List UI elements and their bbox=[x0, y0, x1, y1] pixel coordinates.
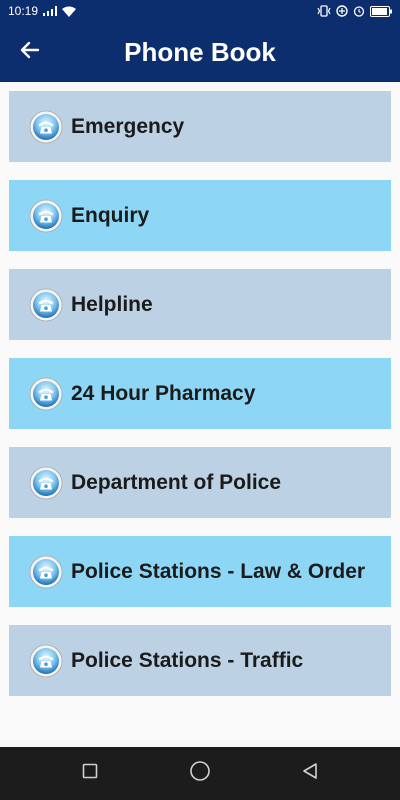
navigation-bar bbox=[0, 747, 400, 800]
list-item-label: Police Stations - Traffic bbox=[71, 648, 304, 672]
alarm-icon bbox=[353, 5, 365, 17]
phone-book-list: Emergency Enquiry Helpline 24 Hour Pharm… bbox=[9, 91, 391, 714]
list-item-label: Enquiry bbox=[71, 203, 150, 227]
list-item-label: Emergency bbox=[71, 114, 185, 138]
telephone-icon bbox=[29, 110, 63, 144]
app-bar: Phone Book bbox=[0, 22, 400, 82]
telephone-icon bbox=[29, 644, 63, 678]
home-button[interactable] bbox=[185, 759, 215, 789]
list-item[interactable]: Police Stations - Traffic bbox=[9, 625, 391, 696]
list-item[interactable]: Department of Police bbox=[9, 447, 391, 518]
list-item[interactable]: Emergency bbox=[9, 91, 391, 162]
recent-apps-button[interactable] bbox=[75, 759, 105, 789]
wifi-icon bbox=[62, 6, 77, 17]
list-item[interactable]: Helpline bbox=[9, 269, 391, 340]
telephone-icon bbox=[29, 555, 63, 589]
telephone-icon bbox=[29, 199, 63, 233]
telephone-icon bbox=[29, 377, 63, 411]
list-item-label: Police Stations - Law & Order bbox=[71, 559, 366, 583]
signal-icon bbox=[43, 6, 58, 16]
home-icon bbox=[189, 760, 211, 787]
recent-apps-icon bbox=[82, 763, 98, 784]
back-button[interactable] bbox=[12, 34, 48, 70]
list-item-label: Department of Police bbox=[71, 470, 282, 494]
arrow-left-icon bbox=[20, 40, 40, 65]
telephone-icon bbox=[29, 288, 63, 322]
list-item-label: Helpline bbox=[71, 292, 153, 316]
list-item[interactable]: 24 Hour Pharmacy bbox=[9, 358, 391, 429]
list-item[interactable]: Police Stations - Law & Order bbox=[9, 536, 391, 607]
page-title: Phone Book bbox=[124, 36, 276, 67]
vibrate-icon bbox=[317, 5, 331, 17]
data-saver-icon bbox=[336, 5, 348, 17]
status-time: 10:19 bbox=[8, 4, 39, 18]
telephone-icon bbox=[29, 466, 63, 500]
list-item[interactable]: Enquiry bbox=[9, 180, 391, 251]
list-item-label: 24 Hour Pharmacy bbox=[71, 381, 256, 405]
status-bar: 10:19 bbox=[0, 0, 400, 22]
battery-icon bbox=[370, 5, 392, 17]
back-icon bbox=[301, 762, 319, 785]
system-back-button[interactable] bbox=[295, 759, 325, 789]
